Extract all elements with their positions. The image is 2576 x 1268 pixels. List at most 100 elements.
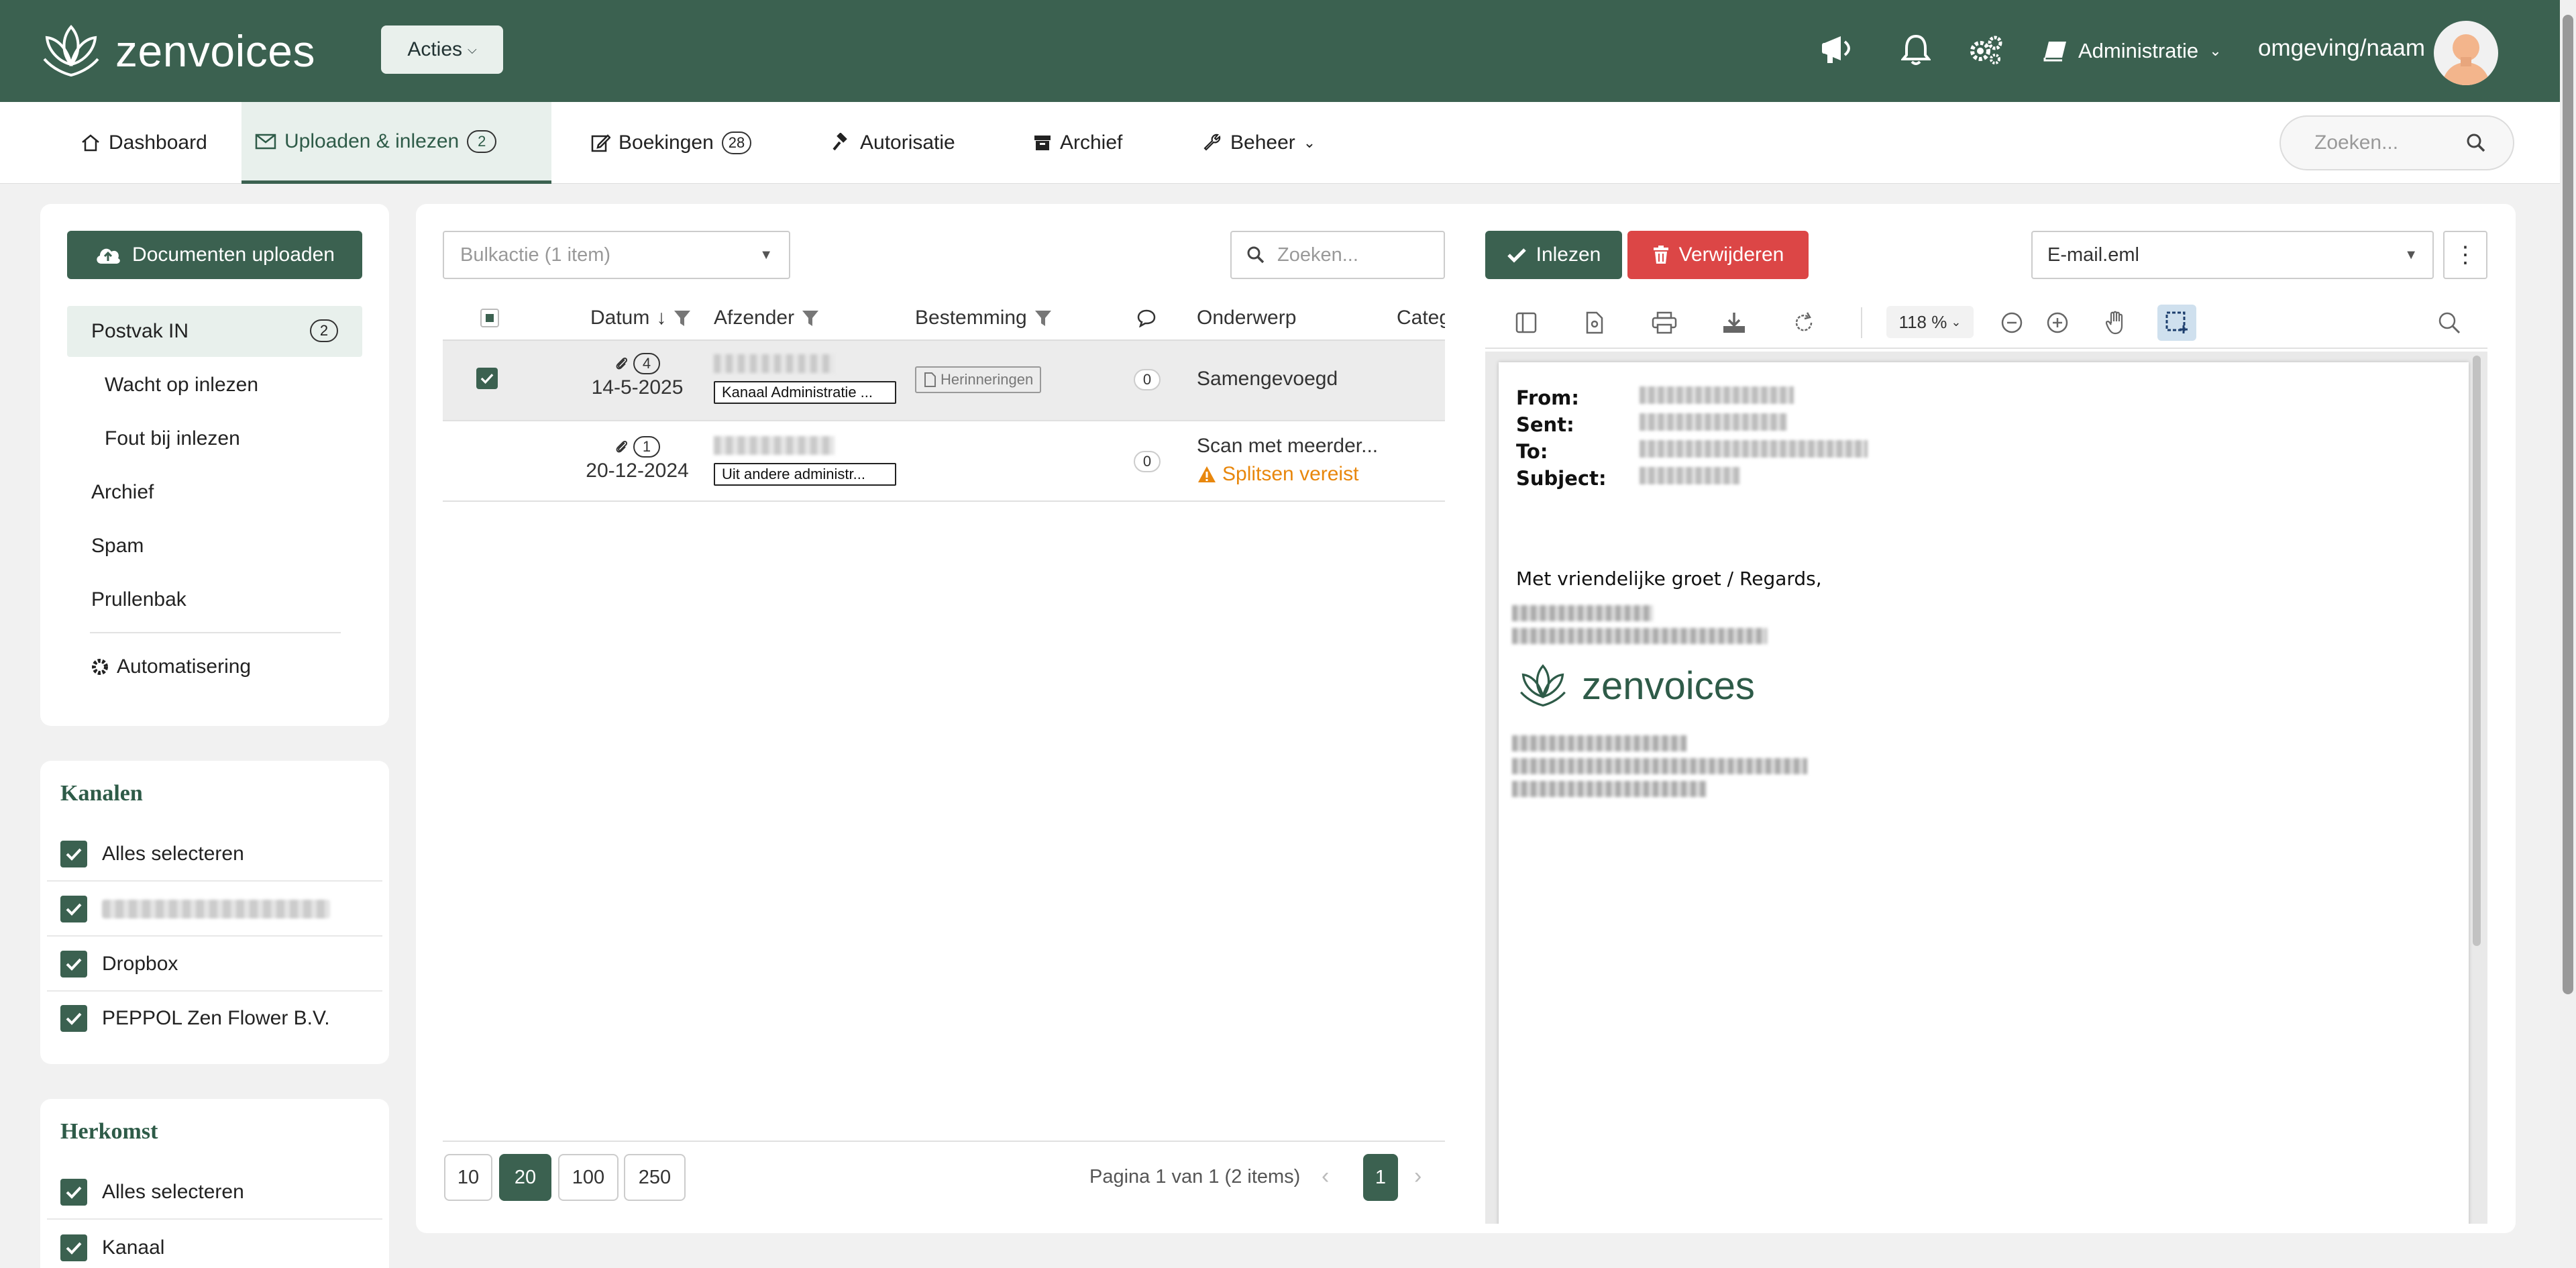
- checkbox-checked-icon[interactable]: [60, 1179, 87, 1206]
- rotate-button[interactable]: [1784, 305, 1823, 341]
- logo-text: zenvoices: [115, 26, 315, 76]
- sort-descending-icon[interactable]: ↓: [656, 307, 666, 329]
- origin-option-channel[interactable]: Kanaal: [47, 1221, 382, 1268]
- sidebar-item-label: Automatisering: [117, 655, 252, 678]
- sidebar-item-errors[interactable]: Fout bij inlezen: [67, 413, 362, 464]
- zoom-level-select[interactable]: 118 % ⌄: [1886, 306, 1974, 338]
- checkbox-checked-icon[interactable]: [60, 896, 87, 922]
- table-row[interactable]: 1 20-12-2024 Uit andere administr... 0 S…: [443, 421, 1445, 502]
- tab-archive[interactable]: Archief: [1020, 102, 1136, 184]
- checkbox-checked-icon[interactable]: [60, 841, 87, 867]
- sidebar-item-automation[interactable]: Automatisering: [67, 641, 362, 692]
- sidebar-item-trash[interactable]: Prullenbak: [67, 574, 362, 625]
- select-all-checkbox[interactable]: [480, 295, 499, 341]
- search-placeholder: Zoeken...: [2314, 131, 2399, 154]
- pdf-scrollbar[interactable]: [2473, 356, 2481, 946]
- documents-table: Datum ↓ Afzender Bestemming Onderwerp Ca…: [443, 295, 1445, 503]
- redacted-channel-name: [102, 900, 330, 918]
- attachments-indicator: 4: [564, 353, 711, 374]
- tab-label: Archief: [1060, 131, 1123, 154]
- column-header-date[interactable]: Datum ↓: [590, 295, 692, 341]
- pdf-search-button[interactable]: [2430, 305, 2469, 341]
- document-properties-button[interactable]: [1575, 305, 1614, 341]
- delete-button[interactable]: Verwijderen: [1627, 231, 1809, 279]
- read-in-button[interactable]: Inlezen: [1485, 231, 1622, 279]
- bulk-action-select[interactable]: Bulkactie (1 item) ▼: [443, 231, 790, 279]
- administration-dropdown[interactable]: Administratie ⌄: [2043, 30, 2222, 72]
- pan-tool-button[interactable]: [2097, 305, 2136, 341]
- user-name[interactable]: omgeving/naam: [2258, 35, 2425, 62]
- row-subject: Scan met meerder...: [1197, 435, 1379, 457]
- next-page-icon[interactable]: ›: [1414, 1163, 1421, 1190]
- row-sender-cell: Kanaal Administratie ...: [714, 354, 896, 404]
- warning-icon: [1198, 466, 1216, 482]
- notifications-button[interactable]: [1894, 28, 1937, 71]
- actions-dropdown[interactable]: Acties ⌵: [381, 25, 503, 74]
- page-size-100-button[interactable]: 100: [558, 1154, 619, 1201]
- sidebar-item-inbox[interactable]: Postvak IN 2: [67, 306, 362, 357]
- sidebar-toggle-icon: [1515, 312, 1537, 333]
- column-label: Categ: [1397, 307, 1445, 329]
- filter-icon[interactable]: [1034, 309, 1053, 327]
- tab-label: Boekingen: [619, 131, 714, 154]
- column-header-comments[interactable]: [1136, 295, 1157, 341]
- more-options-button[interactable]: ⋮: [2443, 231, 2487, 279]
- tab-upload-read[interactable]: Uploaden & inlezen 2: [241, 102, 551, 184]
- zoom-out-button[interactable]: [1992, 305, 2031, 341]
- origin-option-select-all[interactable]: Alles selecteren: [47, 1166, 382, 1220]
- download-button[interactable]: [1715, 305, 1754, 341]
- settings-button[interactable]: [1964, 28, 2007, 71]
- pdf-viewer[interactable]: From: Sent: To: Subject: Met vriendelijk…: [1485, 352, 2487, 1224]
- tab-management[interactable]: Beheer ⌄: [1189, 102, 1329, 184]
- channel-option-redacted[interactable]: [47, 883, 382, 937]
- tab-count-badge: 2: [467, 129, 497, 153]
- origin-title: Herkomst: [60, 1119, 158, 1144]
- row-date: 14-5-2025: [591, 376, 684, 399]
- column-header-destination[interactable]: Bestemming: [915, 295, 1053, 341]
- checkbox-checked-icon[interactable]: [60, 1234, 87, 1261]
- column-label: Datum: [590, 307, 650, 329]
- previous-page-icon[interactable]: ‹: [1322, 1163, 1329, 1190]
- window-scrollbar-thumb[interactable]: [2563, 15, 2573, 994]
- print-button[interactable]: [1645, 305, 1684, 341]
- page-1-button[interactable]: 1: [1363, 1154, 1398, 1201]
- select-tool-button[interactable]: [2157, 305, 2196, 341]
- checkbox-checked-icon[interactable]: [476, 368, 498, 389]
- global-search-input[interactable]: Zoeken...: [2279, 115, 2514, 170]
- user-avatar-icon: [2442, 34, 2490, 85]
- redacted-from: [1640, 386, 1794, 404]
- page-size-10-button[interactable]: 10: [444, 1154, 492, 1201]
- announcements-button[interactable]: [1818, 28, 1861, 71]
- sidebar-item-archive[interactable]: Archief: [67, 467, 362, 518]
- row-checkbox[interactable]: [476, 368, 498, 389]
- attachment-file-select[interactable]: E-mail.eml ▼: [2031, 231, 2434, 279]
- app-logo[interactable]: zenvoices: [39, 19, 334, 83]
- column-header-subject[interactable]: Onderwerp: [1197, 295, 1296, 341]
- column-header-category[interactable]: Categ: [1397, 295, 1445, 341]
- toggle-sidebar-button[interactable]: [1507, 305, 1546, 341]
- checkbox-checked-icon[interactable]: [60, 951, 87, 978]
- zoom-in-button[interactable]: [2038, 305, 2077, 341]
- list-search-input[interactable]: Zoeken...: [1230, 231, 1445, 279]
- upload-documents-button[interactable]: Documenten uploaden: [67, 231, 362, 279]
- filter-icon[interactable]: [673, 309, 692, 327]
- caret-down-icon: ▼: [759, 247, 773, 262]
- sidebar-item-waiting[interactable]: Wacht op inlezen: [67, 360, 362, 411]
- avatar[interactable]: [2434, 21, 2498, 85]
- sidebar-item-spam[interactable]: Spam: [67, 521, 362, 572]
- column-header-sender[interactable]: Afzender: [714, 295, 820, 341]
- table-row[interactable]: 4 14-5-2025 Kanaal Administratie ... Her…: [443, 341, 1445, 421]
- option-label: Alles selecteren: [102, 843, 244, 865]
- pdf-page: From: Sent: To: Subject: Met vriendelijk…: [1499, 362, 2469, 1224]
- channel-option-select-all[interactable]: Alles selecteren: [47, 828, 382, 882]
- tab-bookings[interactable]: Boekingen 28: [577, 102, 765, 184]
- channel-option-dropbox[interactable]: Dropbox: [47, 938, 382, 992]
- channel-option-peppol[interactable]: PEPPOL Zen Flower B.V.: [47, 992, 382, 1045]
- filter-icon[interactable]: [801, 309, 820, 327]
- tab-authorization[interactable]: Autorisatie: [818, 102, 969, 184]
- checkbox-checked-icon[interactable]: [60, 1005, 87, 1032]
- page-size-20-button[interactable]: 20: [499, 1154, 551, 1201]
- tab-label: Autorisatie: [860, 131, 955, 154]
- page-size-250-button[interactable]: 250: [624, 1154, 686, 1201]
- tab-dashboard[interactable]: Dashboard: [67, 102, 221, 184]
